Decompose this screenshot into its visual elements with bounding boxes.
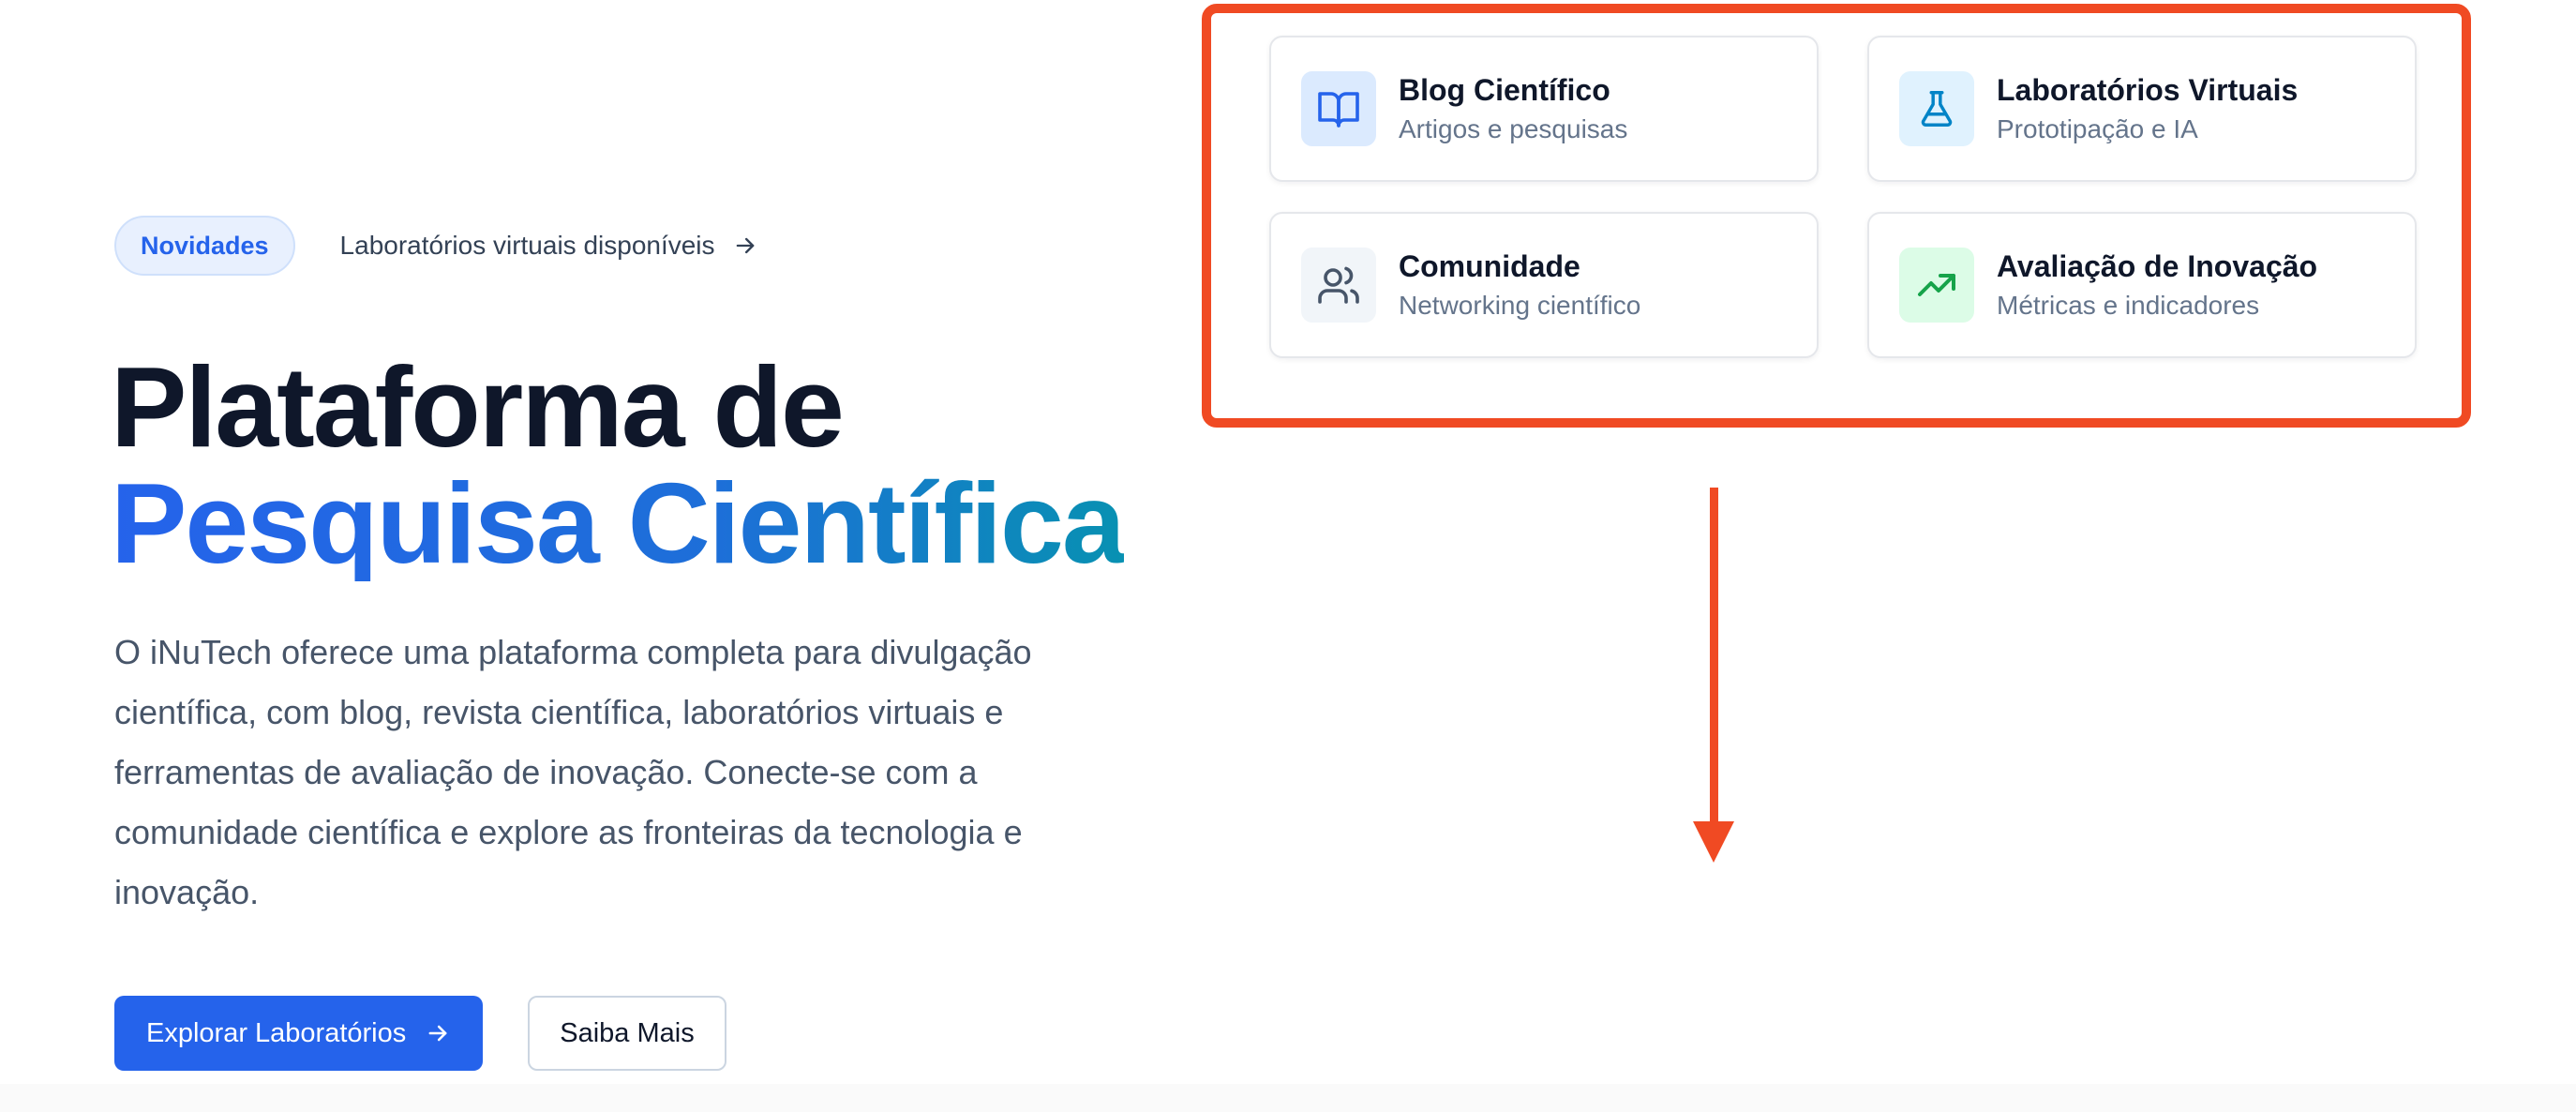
annotation-arrow-down-icon — [1693, 488, 1734, 863]
feature-subtitle: Artigos e pesquisas — [1399, 114, 1628, 143]
hero-actions: Explorar Laboratórios Saiba Mais — [114, 996, 726, 1071]
feature-subtitle: Métricas e indicadores — [1997, 291, 2260, 320]
flask-icon — [1899, 71, 1974, 146]
users-icon — [1301, 248, 1376, 323]
section-divider — [0, 1084, 2576, 1112]
title-line-1: Plataforma de — [111, 343, 845, 471]
hero-description: O iNuTech oferece uma plataforma complet… — [114, 633, 1032, 911]
feature-subtitle: Prototipação e IA — [1997, 114, 2198, 143]
title-line-2: Pesquisa Científica — [111, 459, 1126, 587]
feature-subtitle: Networking científico — [1399, 291, 1641, 320]
feature-card-community[interactable]: Comunidade Networking científico — [1269, 212, 1819, 358]
learn-more-button[interactable]: Saiba Mais — [528, 996, 726, 1071]
learn-more-label: Saiba Mais — [560, 1017, 695, 1048]
feature-card-blog[interactable]: Blog Científico Artigos e pesquisas — [1269, 36, 1819, 182]
arrow-right-icon — [736, 237, 754, 254]
explore-labs-label: Explorar Laboratórios — [146, 1017, 407, 1048]
book-open-icon — [1301, 71, 1376, 146]
virtual-labs-link-text: Laboratórios virtuais disponíveis — [339, 231, 715, 260]
news-badge[interactable]: Novidades — [114, 216, 295, 276]
feature-title: Blog Científico — [1399, 73, 1610, 107]
arrow-right-icon — [428, 1025, 447, 1042]
feature-card-innovation[interactable]: Avaliação de Inovação Métricas e indicad… — [1867, 212, 2417, 358]
feature-title: Comunidade — [1399, 249, 1580, 283]
page-title: Plataforma de Pesquisa Científica — [111, 343, 1126, 587]
feature-title: Laboratórios Virtuais — [1997, 73, 2299, 107]
virtual-labs-link[interactable]: Laboratórios virtuais disponíveis — [340, 231, 758, 261]
explore-labs-button[interactable]: Explorar Laboratórios — [114, 996, 484, 1071]
feature-card-virtual-labs[interactable]: Laboratórios Virtuais Prototipação e IA — [1867, 36, 2417, 182]
announcement-bar: Novidades Laboratórios virtuais disponív… — [114, 216, 758, 276]
trending-up-icon — [1899, 248, 1974, 323]
feature-title: Avaliação de Inovação — [1997, 249, 2318, 283]
